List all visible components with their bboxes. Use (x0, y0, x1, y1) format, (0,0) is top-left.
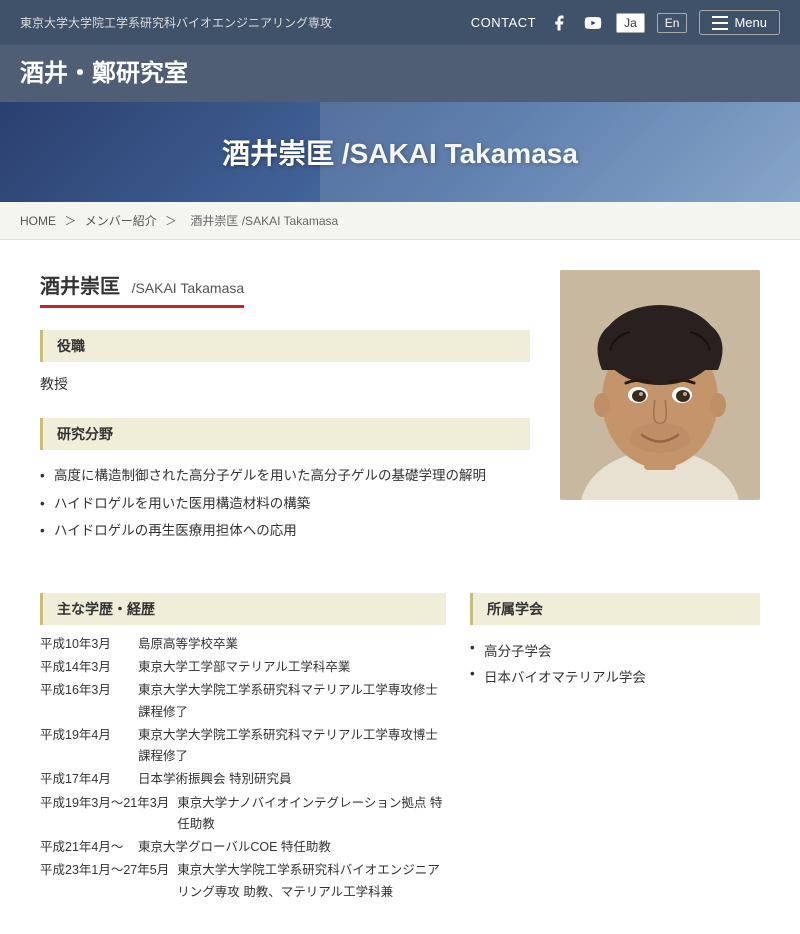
two-column-section: 主な学歴・経歴 平成10年3月 島原高等学校卒業 平成14年3月 東京大学工学部… (40, 579, 760, 904)
edu-desc: 日本学術振興会 特別研究員 (138, 769, 446, 790)
edu-desc: 島原高等学校卒業 (138, 634, 446, 655)
breadcrumb-current: 酒井崇匡 /SAKAI Takamasa (190, 214, 338, 228)
lang-ja-button[interactable]: Ja (616, 13, 645, 33)
list-item: 高度に構造制御された高分子ゲルを用いた高分子ゲルの基礎学理の解明 (40, 462, 530, 490)
table-row: 平成17年4月 日本学術振興会 特別研究員 (40, 768, 446, 791)
edu-desc: 東京大学大学院工学系研究科マテリアル工学専攻修士課程修了 (138, 680, 446, 723)
person-info: 酒井崇匡 /SAKAI Takamasa 役職 教授 研究分野 高度に構造制御さ… (40, 270, 530, 549)
menu-button[interactable]: Menu (699, 10, 780, 35)
hamburger-icon (712, 16, 728, 30)
table-row: 平成21年4月～ 東京大学グローバルCOE 特任助教 (40, 836, 446, 859)
edu-table: 平成10年3月 島原高等学校卒業 平成14年3月 東京大学工学部マテリアル工学科… (40, 633, 446, 904)
header-nav: CONTACT Ja En Menu (471, 10, 780, 35)
research-list: 高度に構造制御された高分子ゲルを用いた高分子ゲルの基礎学理の解明 ハイドロゲルを… (40, 458, 530, 549)
breadcrumb-sep2: ＞ (165, 214, 180, 228)
education-column: 主な学歴・経歴 平成10年3月 島原高等学校卒業 平成14年3月 東京大学工学部… (40, 579, 446, 904)
edu-date: 平成19年4月 (40, 725, 130, 768)
table-row: 平成10年3月 島原高等学校卒業 (40, 633, 446, 656)
lang-en-button[interactable]: En (657, 13, 688, 33)
list-item: ハイドロゲルを用いた医用構造材料の構築 (40, 490, 530, 518)
edu-label: 主な学歴・経歴 (40, 593, 446, 625)
society-list: 高分子学会 日本バイオマテリアル学会 (470, 633, 760, 693)
position-label: 役職 (40, 330, 530, 362)
table-row: 平成16年3月 東京大学大学院工学系研究科マテリアル工学専攻修士課程修了 (40, 679, 446, 724)
youtube-icon[interactable] (582, 12, 604, 34)
contact-link[interactable]: CONTACT (471, 15, 536, 30)
edu-date: 平成23年1月～27年5月 (40, 860, 169, 903)
edu-date: 平成21年4月～ (40, 837, 130, 858)
edu-date: 平成10年3月 (40, 634, 130, 655)
list-item: 日本バイオマテリアル学会 (470, 663, 760, 689)
edu-desc: 東京大学大学院工学系研究科マテリアル工学専攻博士課程修了 (138, 725, 446, 768)
edu-date: 平成17年4月 (40, 769, 130, 790)
facebook-icon[interactable] (548, 12, 570, 34)
research-label: 研究分野 (40, 418, 530, 450)
edu-desc: 東京大学大学院工学系研究科バイオエンジニアリング専攻 助教、マテリアル工学科兼 (177, 860, 446, 903)
table-row: 平成19年3月～21年3月 東京大学ナノバイオインテグレーション拠点 特任助教 (40, 792, 446, 837)
edu-date: 平成14年3月 (40, 657, 130, 678)
society-label: 所属学会 (470, 593, 760, 625)
person-name-heading: 酒井崇匡 /SAKAI Takamasa (40, 270, 244, 308)
breadcrumb-members[interactable]: メンバー紹介 (85, 214, 157, 228)
edu-desc: 東京大学グローバルCOE 特任助教 (138, 837, 446, 858)
edu-desc: 東京大学ナノバイオインテグレーション拠点 特任助教 (177, 793, 446, 836)
menu-label: Menu (734, 15, 767, 30)
list-item: 高分子学会 (470, 637, 760, 663)
lab-title: 酒井・鄭研究室 (20, 53, 780, 88)
hero-title: 酒井崇匡 /SAKAI Takamasa (222, 132, 578, 172)
society-column: 所属学会 高分子学会 日本バイオマテリアル学会 (470, 579, 760, 904)
dept-name: 東京大学大学院工学系研究科バイオエンジニアリング専攻 (20, 14, 332, 31)
table-row: 平成19年4月 東京大学大学院工学系研究科マテリアル工学専攻博士課程修了 (40, 724, 446, 769)
table-row: 平成23年1月～27年5月 東京大学大学院工学系研究科バイオエンジニアリング専攻… (40, 859, 446, 904)
edu-date: 平成19年3月～21年3月 (40, 793, 169, 836)
person-section: 酒井崇匡 /SAKAI Takamasa 役職 教授 研究分野 高度に構造制御さ… (40, 270, 760, 549)
edu-desc: 東京大学工学部マテリアル工学科卒業 (138, 657, 446, 678)
person-name-roman: /SAKAI Takamasa (132, 280, 245, 296)
position-value: 教授 (40, 370, 530, 404)
main-content: 酒井崇匡 /SAKAI Takamasa 役職 教授 研究分野 高度に構造制御さ… (0, 240, 800, 934)
lab-title-bar: 酒井・鄭研究室 (0, 45, 800, 102)
breadcrumb-home[interactable]: HOME (20, 214, 56, 228)
table-row: 平成14年3月 東京大学工学部マテリアル工学科卒業 (40, 656, 446, 679)
person-name-jp: 酒井崇匡 (40, 276, 120, 298)
list-item: ハイドロゲルの再生医療用担体への応用 (40, 517, 530, 545)
site-header: 東京大学大学院工学系研究科バイオエンジニアリング専攻 CONTACT Ja En… (0, 0, 800, 45)
edu-date: 平成16年3月 (40, 680, 130, 723)
breadcrumb: HOME ＞ メンバー紹介 ＞ 酒井崇匡 /SAKAI Takamasa (0, 202, 800, 240)
breadcrumb-sep1: ＞ (64, 214, 79, 228)
hero-section: 酒井崇匡 /SAKAI Takamasa (0, 102, 800, 202)
person-photo (560, 270, 760, 500)
